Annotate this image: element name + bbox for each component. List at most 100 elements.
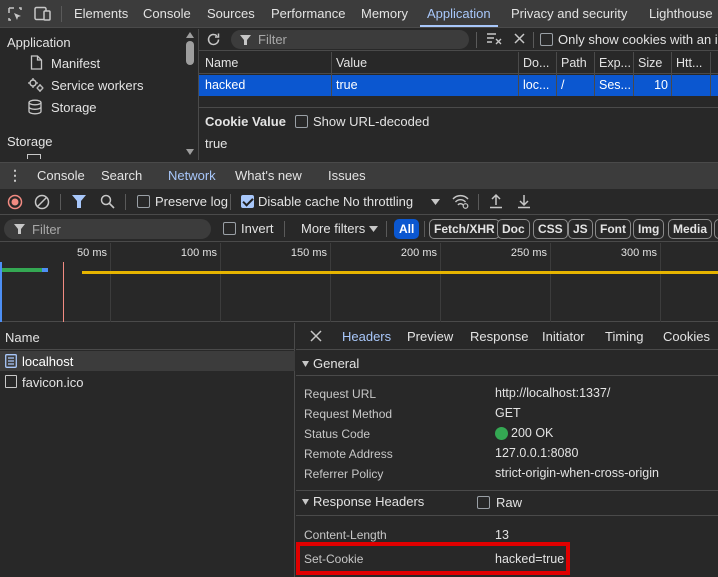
sidebar-item-storage[interactable]: Storage [51, 100, 97, 115]
section-divider [296, 375, 718, 376]
cookies-filter-input[interactable]: Filter [231, 30, 469, 49]
network-timeline-overview[interactable]: 50 ms 100 ms 150 ms 200 ms 250 ms 300 ms [0, 243, 718, 322]
request-name-favicon[interactable]: favicon.ico [22, 375, 83, 390]
filter-chip-all[interactable]: All [394, 219, 420, 239]
filter-chip-font[interactable]: Font [595, 219, 631, 239]
drawer-tab-console[interactable]: Console [37, 163, 85, 189]
scroll-down-arrow-icon[interactable] [186, 149, 194, 155]
chevron-down-icon[interactable] [369, 226, 378, 232]
tab-timing[interactable]: Timing [605, 323, 644, 350]
show-url-decoded-checkbox[interactable] [295, 115, 308, 128]
only-issues-checkbox[interactable] [540, 33, 553, 46]
tab-elements[interactable]: Elements [74, 0, 128, 28]
request-name-localhost[interactable]: localhost [22, 354, 73, 369]
response-headers-title: Response Headers [313, 494, 425, 509]
response-headers-section-header[interactable]: Response Headers Raw [296, 491, 718, 513]
import-har-upload-icon[interactable] [489, 193, 503, 209]
filter-chip-js[interactable]: JS [568, 219, 593, 239]
column-header-path[interactable]: Path [561, 52, 591, 74]
drawer-tab-network[interactable]: Network [168, 163, 216, 189]
column-divider[interactable] [710, 52, 711, 96]
column-header-name[interactable]: Name [205, 52, 325, 74]
column-divider[interactable] [331, 52, 332, 96]
file-request-icon [5, 375, 17, 388]
tab-response[interactable]: Response [470, 323, 529, 350]
filter-funnel-active-icon[interactable] [72, 195, 86, 208]
tab-performance[interactable]: Performance [271, 0, 345, 28]
tab-preview[interactable]: Preview [407, 323, 453, 350]
request-list-name-header[interactable]: Name [5, 330, 40, 345]
network-filter-input[interactable]: Filter [4, 219, 211, 239]
stop-recording-icon[interactable] [7, 194, 23, 210]
filter-chip-css[interactable]: CSS [533, 219, 568, 239]
disable-cache-checkbox[interactable] [241, 195, 254, 208]
more-filters-dropdown[interactable]: More filters [301, 221, 365, 236]
drawer-tab-issues[interactable]: Issues [328, 163, 366, 189]
drawer-tab-search[interactable]: Search [101, 163, 142, 189]
filter-chip-media[interactable]: Media [668, 219, 713, 239]
filter-chip-overflow[interactable] [714, 219, 718, 239]
column-header-domain[interactable]: Do... [523, 52, 555, 74]
tab-cookies[interactable]: Cookies [663, 323, 710, 350]
device-toolbar-icon[interactable] [34, 6, 52, 22]
column-divider[interactable] [518, 52, 519, 96]
tab-memory[interactable]: Memory [361, 0, 408, 28]
tab-application[interactable]: Application [427, 0, 491, 28]
network-conditions-wifi-icon[interactable] [452, 194, 469, 209]
application-sidebar: Application Manifest Service workers Sto… [0, 29, 198, 159]
raw-headers-checkbox[interactable] [477, 496, 490, 509]
column-divider[interactable] [633, 52, 634, 96]
request-url-label: Request URL [304, 387, 377, 401]
drawer-menu-icon[interactable]: ⋮ [8, 166, 22, 184]
cookie-cell-size: 10 [654, 78, 668, 92]
tab-headers[interactable]: Headers [342, 323, 391, 350]
content-length-value: 13 [495, 528, 509, 542]
cookies-filter-placeholder: Filter [258, 32, 287, 47]
column-header-expires[interactable]: Exp... [599, 52, 631, 74]
request-url-value: http://localhost:1337/ [495, 386, 611, 400]
toolbar-divider [60, 194, 61, 210]
filter-chip-fetch-xhr[interactable]: Fetch/XHR [429, 219, 500, 239]
throttling-select[interactable]: No throttling [343, 194, 413, 209]
scroll-up-arrow-icon[interactable] [186, 32, 194, 38]
invert-checkbox[interactable] [223, 222, 236, 235]
export-har-download-icon[interactable] [517, 193, 531, 209]
close-icon[interactable] [310, 330, 322, 342]
refresh-icon[interactable] [206, 32, 221, 47]
chevron-down-icon[interactable] [431, 199, 440, 205]
timeline-tick-label: 300 ms [620, 247, 657, 259]
search-icon[interactable] [100, 194, 115, 209]
column-header-size[interactable]: Size [638, 52, 668, 74]
clear-filtered-icon[interactable] [486, 32, 502, 46]
clear-all-close-icon[interactable] [513, 32, 526, 45]
timeline-tick-label: 100 ms [180, 247, 217, 259]
toolbar-divider [478, 194, 479, 210]
tab-sources[interactable]: Sources [207, 0, 255, 28]
sidebar-scrollbar-thumb[interactable] [186, 41, 194, 65]
drawer-tab-whats-new[interactable]: What's new [235, 163, 302, 189]
clear-log-icon[interactable] [34, 194, 50, 210]
column-header-value[interactable]: Value [336, 52, 516, 74]
sidebar-item-manifest[interactable]: Manifest [51, 56, 100, 71]
column-header-httponly[interactable]: Htt... [676, 52, 708, 74]
tab-privacy-and-security[interactable]: Privacy and security [511, 0, 627, 28]
sidebar-section-application[interactable]: Application [7, 35, 71, 50]
column-divider[interactable] [594, 52, 595, 96]
general-section-header[interactable]: General [296, 353, 718, 375]
column-divider[interactable] [556, 52, 557, 96]
preserve-log-checkbox[interactable] [137, 195, 150, 208]
filter-chip-doc[interactable]: Doc [497, 219, 530, 239]
timeline-request-bar [0, 268, 42, 272]
toolbar-divider [386, 221, 387, 237]
timeline-gridline [660, 243, 661, 322]
tab-console[interactable]: Console [143, 0, 191, 28]
tab-lighthouse[interactable]: Lighthouse [649, 0, 713, 28]
raw-label: Raw [496, 495, 523, 510]
sidebar-item-service-workers[interactable]: Service workers [51, 78, 143, 93]
inspect-element-icon[interactable] [7, 6, 23, 22]
preserve-log-label: Preserve log [155, 194, 228, 209]
sidebar-section-storage[interactable]: Storage [7, 134, 53, 149]
tab-initiator[interactable]: Initiator [542, 323, 585, 350]
column-divider[interactable] [671, 52, 672, 96]
filter-chip-img[interactable]: Img [633, 219, 665, 239]
